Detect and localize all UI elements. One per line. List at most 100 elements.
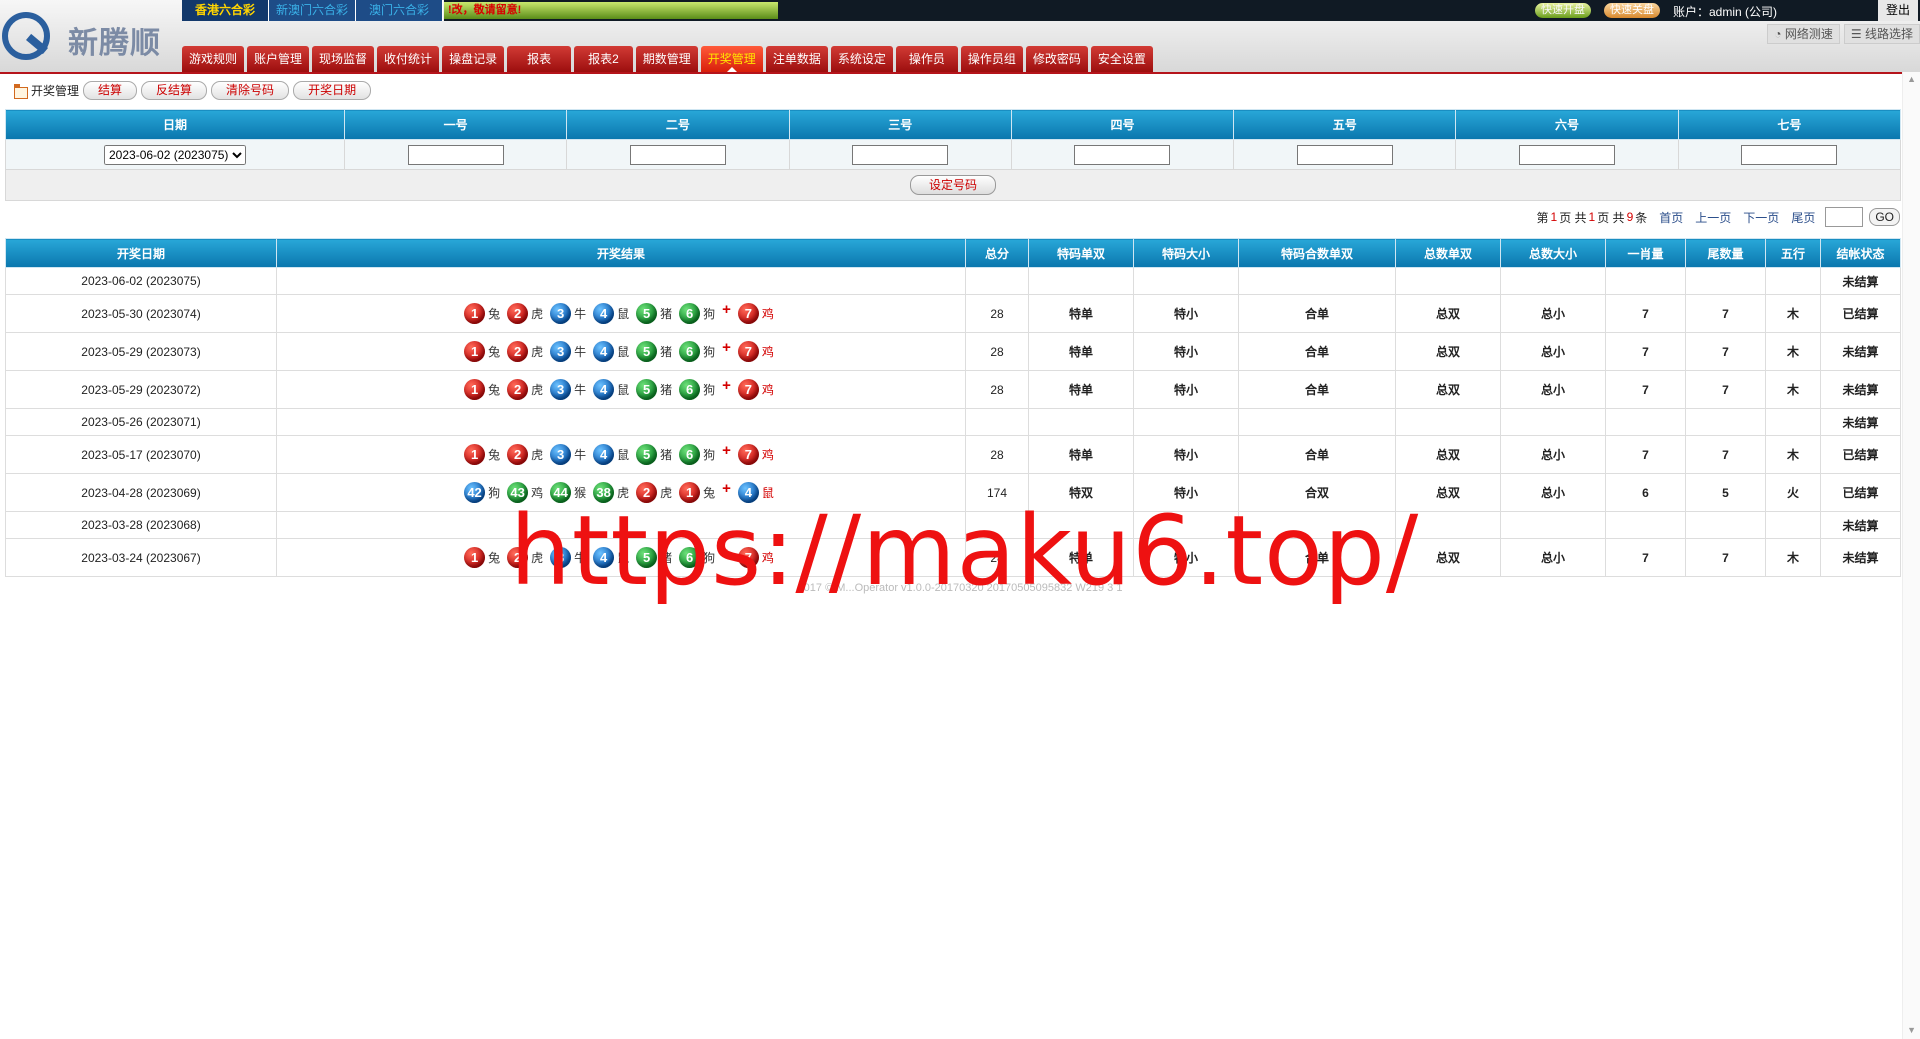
results-body: 2023-06-02 (2023075) 未结算 2023-05-30 (20230…	[5, 267, 1901, 577]
quick-open-button[interactable]: 快速开盘	[1535, 3, 1591, 18]
zodiac-label: 狗	[703, 448, 716, 462]
nav-report2[interactable]: 报表2	[574, 46, 633, 72]
set-numbers-button[interactable]: 设定号码	[909, 175, 996, 195]
row-draw-date: 2023-03-24 (2023067)	[5, 538, 277, 577]
col-draw-date: 开奖日期	[5, 238, 277, 268]
zodiac-label: 牛	[574, 307, 587, 321]
zodiac-label: 兔	[703, 486, 716, 500]
row-settle-status: 已结算	[1820, 435, 1901, 474]
form-header-no6: 六号	[1455, 109, 1679, 140]
row-total	[965, 511, 1029, 539]
scroll-up-icon[interactable]: ▲	[1907, 74, 1916, 84]
row-special-odd-even: 特单	[1028, 538, 1134, 577]
row-special-size: 特小	[1133, 294, 1239, 333]
zodiac-label: 兔	[488, 383, 501, 397]
zodiac-label: 牛	[574, 383, 587, 397]
prev-page-link[interactable]: 上一页	[1695, 209, 1731, 226]
number-ball: 1	[464, 379, 486, 400]
number-3-input[interactable]	[852, 144, 949, 165]
row-total-size: 总小	[1500, 435, 1606, 474]
number-7-input[interactable]	[1741, 144, 1838, 165]
zodiac-label: 猴	[574, 486, 587, 500]
number-6-input[interactable]	[1519, 144, 1616, 165]
number-5-input[interactable]	[1296, 144, 1393, 165]
number-1-input[interactable]	[407, 144, 504, 165]
lottery-tabs: 香港六合彩 新澳门六合彩 澳门六合彩	[182, 0, 443, 21]
nav-operators[interactable]: 操作员	[895, 46, 958, 72]
nav-payment-stats[interactable]: 收付统计	[377, 46, 440, 72]
number-ball: 2	[507, 341, 529, 362]
plus-icon: +	[722, 545, 731, 562]
table-row: 2023-05-26 (2023071) 未结算	[5, 408, 1901, 436]
row-draw-result: 1 兔 2 虎 3 牛 4 鼠 5 猪 6 狗 +7 鸡	[276, 538, 966, 577]
row-special-size: 特小	[1133, 538, 1239, 577]
row-settle-status: 未结算	[1820, 511, 1901, 539]
row-total-size: 总小	[1500, 332, 1606, 371]
nav-game-rules[interactable]: 游戏规则	[182, 46, 245, 72]
page-number-input[interactable]	[1825, 207, 1864, 227]
scroll-down-icon[interactable]: ▼	[1907, 1025, 1916, 1035]
row-zodiac-count: 7	[1605, 294, 1686, 333]
zodiac-label: 鸡	[761, 307, 774, 321]
nav-trading-records[interactable]: 操盘记录	[442, 46, 505, 72]
row-total-size: 总小	[1500, 473, 1606, 512]
quick-close-button[interactable]: 快速关盘	[1604, 3, 1660, 18]
number-ball: 44	[550, 482, 572, 503]
row-tail-count: 7	[1685, 435, 1766, 474]
logout-button[interactable]: 登出	[1878, 0, 1919, 21]
number-ball: 4	[593, 341, 615, 362]
main-nav: 游戏规则 账户管理 现场监督 收付统计 操盘记录 报表 报表2 期数管理 开奖管…	[182, 46, 1153, 72]
row-special-sum-odd-even	[1238, 267, 1396, 295]
go-button[interactable]: GO	[1869, 208, 1900, 226]
number-ball: 4	[593, 379, 615, 400]
total-records: 9	[1626, 210, 1634, 224]
plus-icon: +	[722, 301, 731, 318]
nav-change-password[interactable]: 修改密码	[1025, 46, 1088, 72]
notice-marquee: !改，敬请留意!	[444, 2, 778, 19]
unsettle-button[interactable]: 反结算	[141, 80, 208, 100]
section-title: 开奖管理	[14, 81, 79, 99]
number-4-input[interactable]	[1074, 144, 1171, 165]
nav-live-monitor[interactable]: 现场监督	[312, 46, 375, 72]
clear-numbers-button[interactable]: 清除号码	[211, 80, 290, 100]
first-page-link[interactable]: 首页	[1659, 209, 1683, 226]
row-five-elements	[1765, 511, 1821, 539]
next-page-link[interactable]: 下一页	[1743, 209, 1779, 226]
zodiac-label: 狗	[488, 486, 501, 500]
nav-bet-data[interactable]: 注单数据	[765, 46, 828, 72]
number-ball: 7	[737, 303, 759, 324]
draw-date-select[interactable]: 2023-06-02 (2023075)	[104, 144, 246, 165]
number-ball: 1	[679, 482, 701, 503]
nav-account-management[interactable]: 账户管理	[247, 46, 310, 72]
scrollbar[interactable]	[1902, 72, 1920, 1039]
row-total: 174	[965, 473, 1029, 512]
number-ball: 2	[507, 547, 529, 568]
nav-security-settings[interactable]: 安全设置	[1090, 46, 1153, 72]
nav-report[interactable]: 报表	[507, 46, 572, 72]
tab-macau-lottery[interactable]: 澳门六合彩	[356, 0, 443, 21]
last-page-link[interactable]: 尾页	[1791, 209, 1815, 226]
nav-period-management[interactable]: 期数管理	[635, 46, 698, 72]
zodiac-label: 鸡	[761, 448, 774, 462]
row-zodiac-count: 7	[1605, 370, 1686, 409]
row-settle-status: 已结算	[1820, 294, 1901, 333]
draw-date-button[interactable]: 开奖日期	[293, 80, 372, 100]
settle-button[interactable]: 结算	[83, 80, 138, 100]
speed-test-button[interactable]: ◔ 网络测速	[1767, 24, 1840, 44]
row-total-odd-even	[1395, 511, 1501, 539]
row-five-elements: 木	[1765, 538, 1821, 577]
list-icon: ☰	[1850, 27, 1865, 41]
tab-new-macau-lottery[interactable]: 新澳门六合彩	[269, 0, 356, 21]
tab-hk-lottery[interactable]: 香港六合彩	[182, 0, 269, 21]
row-total-odd-even: 总双	[1395, 473, 1501, 512]
nav-draw-management[interactable]: 开奖管理	[700, 46, 763, 72]
row-draw-result	[276, 408, 966, 436]
number-ball: 7	[737, 379, 759, 400]
zodiac-label: 狗	[703, 383, 716, 397]
number-2-input[interactable]	[629, 144, 726, 165]
nav-system-settings[interactable]: 系统设定	[830, 46, 893, 72]
nav-operator-groups[interactable]: 操作员组	[960, 46, 1023, 72]
row-zodiac-count	[1605, 511, 1686, 539]
line-select-button[interactable]: ☰ 线路选择	[1843, 24, 1920, 44]
date-select-cell: 2023-06-02 (2023075)	[5, 139, 345, 170]
